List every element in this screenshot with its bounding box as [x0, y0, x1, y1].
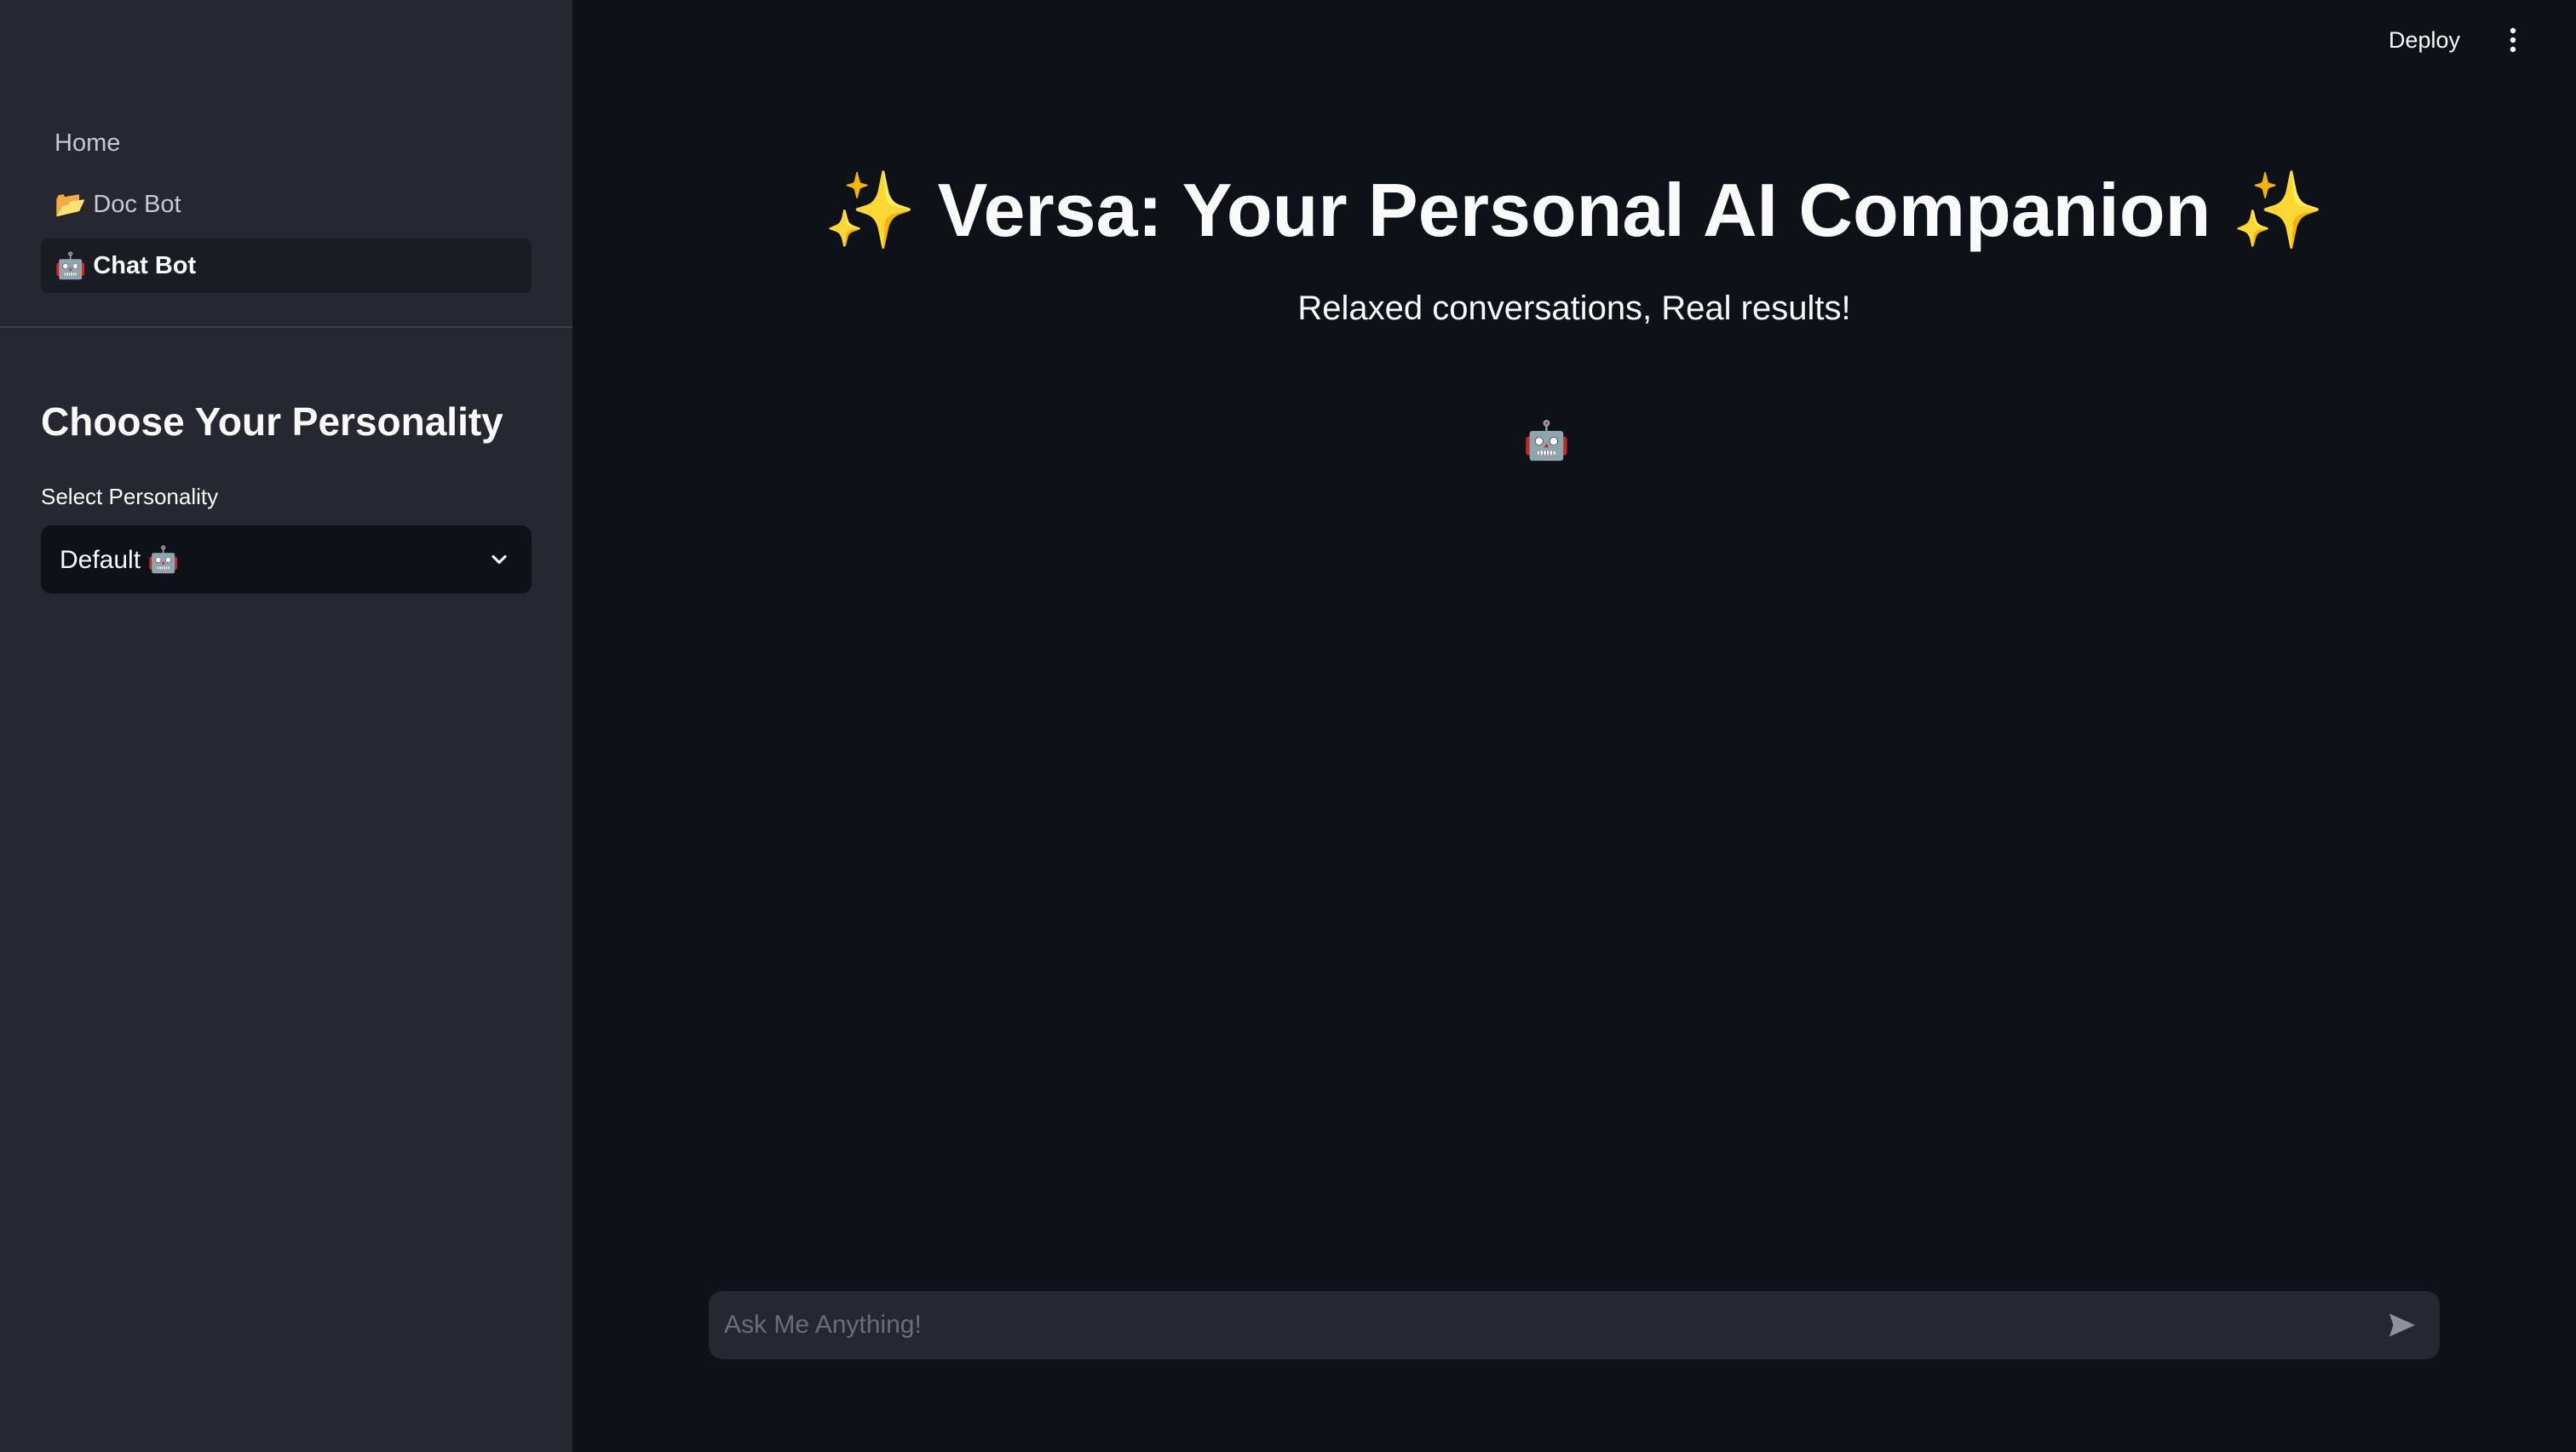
- personality-select[interactable]: Default 🤖: [41, 525, 532, 594]
- main-menu-button[interactable]: [2496, 19, 2530, 61]
- sidebar-item-label: Doc Bot: [93, 190, 181, 218]
- folder-icon: 📂: [55, 190, 87, 219]
- sidebar-nav: Home 📂 Doc Bot 🤖 Chat Bot: [41, 116, 532, 300]
- personality-heading: Choose Your Personality: [41, 399, 503, 444]
- sidebar-item-label: Chat Bot: [93, 251, 197, 279]
- page-title: ✨ Versa: Your Personal AI Companion ✨: [823, 168, 2326, 252]
- send-icon: [2389, 1313, 2415, 1337]
- app-root: Home 📂 Doc Bot 🤖 Chat Bot Choose Your Pe…: [0, 0, 2576, 1452]
- sidebar-item-home[interactable]: Home: [41, 116, 532, 170]
- personality-select-value: Default 🤖: [60, 545, 180, 574]
- sidebar-item-label: Home: [55, 129, 121, 157]
- deploy-button[interactable]: Deploy: [2377, 19, 2472, 61]
- sidebar-item-chat-bot[interactable]: 🤖 Chat Bot: [41, 238, 532, 293]
- send-button[interactable]: [2383, 1306, 2421, 1344]
- vertical-dots-icon: [2510, 27, 2516, 53]
- sidebar-item-doc-bot[interactable]: 📂 Doc Bot: [41, 177, 532, 232]
- chat-input[interactable]: [724, 1311, 2383, 1340]
- sidebar-divider: [0, 326, 572, 328]
- chevron-down-icon: [492, 554, 507, 565]
- assistant-avatar: 🤖: [1523, 420, 1570, 462]
- chat-input-bar: [709, 1291, 2440, 1359]
- select-personality-label: Select Personality: [41, 484, 219, 509]
- sidebar: Home 📂 Doc Bot 🤖 Chat Bot Choose Your Pe…: [0, 0, 572, 1452]
- robot-icon: 🤖: [55, 251, 87, 280]
- page-subtitle: Relaxed conversations, Real results!: [1297, 290, 1851, 327]
